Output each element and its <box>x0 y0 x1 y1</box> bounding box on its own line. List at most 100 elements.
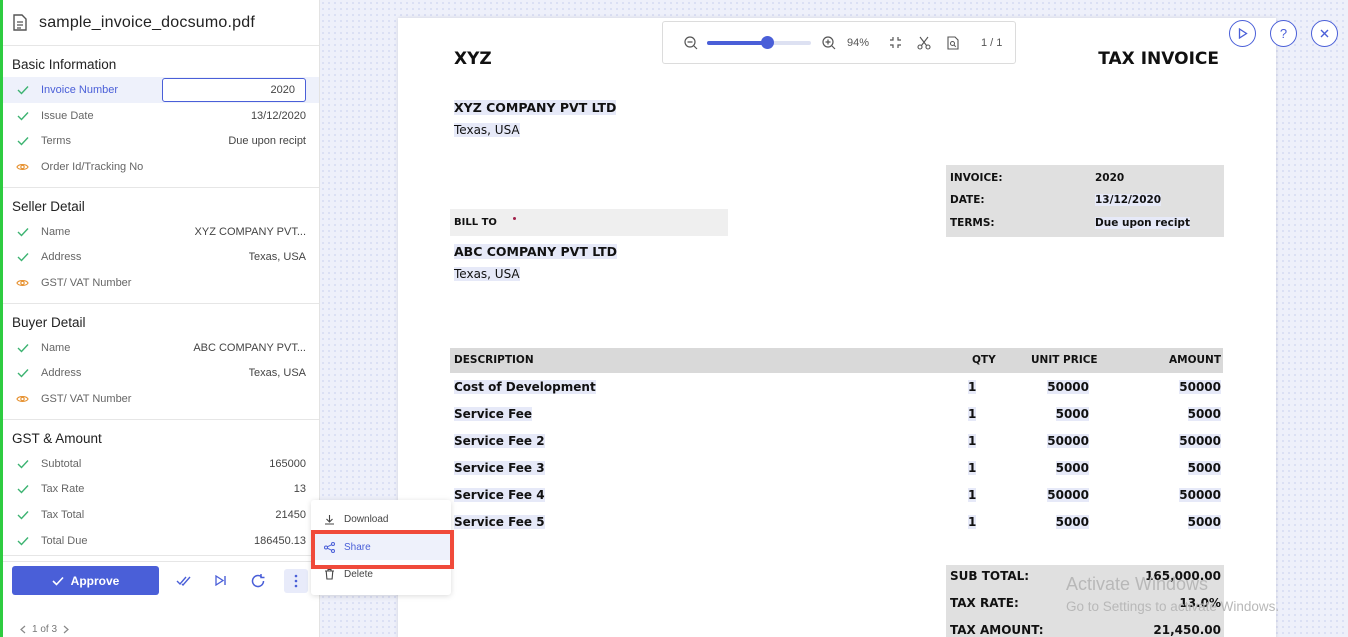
field-label: GST/ VAT Number <box>41 393 132 406</box>
field-value[interactable]: 13/12/2020 <box>251 110 306 122</box>
double-check-icon[interactable] <box>172 569 196 593</box>
zoom-slider-knob[interactable] <box>761 35 775 49</box>
field-row[interactable]: Name XYZ COMPANY PVT... <box>3 219 319 245</box>
item-unit-price[interactable]: 5000 <box>1055 461 1089 475</box>
item-unit-price[interactable]: 50000 <box>1047 380 1089 394</box>
item-unit-price[interactable]: 5000 <box>1055 407 1089 421</box>
refresh-icon[interactable] <box>246 569 270 593</box>
field-value[interactable]: 165000 <box>269 458 306 470</box>
item-amount[interactable]: 50000 <box>1179 434 1221 448</box>
buyer-address[interactable]: Texas, USA <box>454 267 520 281</box>
next-page-icon[interactable] <box>63 625 69 634</box>
section-title: Seller Detail <box>12 198 85 214</box>
activation-watermark-subtitle: Go to Settings to activate Windows. <box>1066 599 1280 614</box>
zoom-slider-fill <box>707 40 768 45</box>
item-unit-price[interactable]: 50000 <box>1047 488 1089 502</box>
field-value[interactable]: XYZ COMPANY PVT... <box>195 226 306 238</box>
item-amount[interactable]: 5000 <box>1187 515 1221 529</box>
field-row[interactable]: Subtotal 165000 <box>3 451 319 477</box>
approve-button[interactable]: Approve <box>12 566 159 595</box>
col-qty: QTY <box>972 354 996 366</box>
item-qty[interactable]: 1 <box>968 380 977 394</box>
field-row[interactable]: Address Texas, USA <box>3 244 319 270</box>
check-icon <box>16 83 29 96</box>
field-row[interactable]: Issue Date 13/12/2020 <box>3 103 319 129</box>
item-description[interactable]: Service Fee 4 <box>454 488 545 502</box>
item-qty[interactable]: 1 <box>968 407 977 421</box>
item-qty[interactable]: 1 <box>968 488 977 502</box>
meta-label: TERMS: <box>950 217 995 229</box>
menu-item-share[interactable]: Share <box>311 534 451 560</box>
field-label: Subtotal <box>41 457 82 470</box>
help-icon[interactable]: ? <box>1270 20 1297 47</box>
field-row[interactable]: Tax Total 21450 <box>3 502 319 528</box>
field-value[interactable]: 21450 <box>275 509 306 521</box>
check-icon <box>16 341 29 354</box>
item-unit-price[interactable]: 5000 <box>1055 515 1089 529</box>
item-qty[interactable]: 1 <box>968 461 977 475</box>
field-row[interactable]: Name ABC COMPANY PVT... <box>3 335 319 361</box>
field-value[interactable]: Texas, USA <box>249 367 306 379</box>
field-row[interactable]: Tax Rate 13 <box>3 477 319 503</box>
play-icon[interactable] <box>1229 20 1256 47</box>
activation-watermark-title: Activate Windows <box>1066 574 1209 594</box>
zoom-in-icon[interactable] <box>821 35 837 51</box>
buyer-name[interactable]: ABC COMPANY PVT LTD <box>454 244 618 259</box>
field-label: Name <box>41 225 71 238</box>
field-row[interactable]: GST/ VAT Number <box>3 270 319 296</box>
field-row[interactable]: Address Texas, USA <box>3 361 319 387</box>
field-value[interactable]: Due upon recipt <box>228 135 306 147</box>
field-label: GST/ VAT Number <box>41 276 132 289</box>
field-value[interactable]: 186450.13 <box>254 535 306 547</box>
field-label: Name <box>41 341 71 354</box>
meta-value[interactable]: Due upon recipt <box>1095 217 1190 229</box>
total-label: TAX AMOUNT: <box>950 623 1044 637</box>
item-amount[interactable]: 50000 <box>1179 380 1221 394</box>
item-amount[interactable]: 5000 <box>1187 461 1221 475</box>
seller-name[interactable]: XYZ COMPANY PVT LTD <box>454 100 617 115</box>
item-description[interactable]: Cost of Development <box>454 380 596 394</box>
menu-label-share: Share <box>344 541 371 553</box>
field-value-input[interactable]: 2020 <box>162 77 306 102</box>
scissors-icon[interactable] <box>916 35 932 51</box>
menu-item-download[interactable]: Download <box>311 506 451 532</box>
share-icon <box>324 541 335 553</box>
field-row[interactable]: Total Due 186450.13 <box>3 528 319 554</box>
fit-page-icon[interactable] <box>887 35 903 51</box>
trash-icon <box>325 568 334 580</box>
zoom-slider[interactable] <box>707 35 811 49</box>
field-value[interactable]: ABC COMPANY PVT... <box>193 342 306 354</box>
close-icon[interactable] <box>1311 20 1338 47</box>
field-row[interactable]: GST/ VAT Number <box>3 386 319 412</box>
zoom-out-icon[interactable] <box>683 35 699 51</box>
field-row[interactable]: Invoice Number 2020 <box>3 77 319 103</box>
prev-page-icon[interactable] <box>20 625 26 634</box>
skip-next-icon[interactable] <box>209 569 233 593</box>
page-search-icon[interactable] <box>945 35 961 51</box>
field-row[interactable]: Terms Due upon recipt <box>3 128 319 154</box>
section-buyer-detail: Buyer Detail Name ABC COMPANY PVT... Addres… <box>3 304 319 420</box>
menu-label-delete: Delete <box>344 568 373 580</box>
item-description[interactable]: Service Fee 5 <box>454 515 545 529</box>
item-amount[interactable]: 5000 <box>1187 407 1221 421</box>
seller-address[interactable]: Texas, USA <box>454 123 520 137</box>
meta-value[interactable]: 13/12/2020 <box>1095 194 1162 206</box>
item-qty[interactable]: 1 <box>968 515 977 529</box>
item-qty[interactable]: 1 <box>968 434 977 448</box>
section-title: Basic Information <box>12 57 117 72</box>
field-sections: Basic Information Invoice Number 2020 Issue… <box>3 46 319 562</box>
item-amount[interactable]: 50000 <box>1179 488 1221 502</box>
field-value[interactable]: Texas, USA <box>249 251 306 263</box>
document-viewer: XYZ TAX INVOICE XYZ COMPANY PVT LTD Texa… <box>320 0 1348 637</box>
field-value[interactable]: 13 <box>294 483 306 495</box>
total-value[interactable]: 21,450.00 <box>1153 623 1221 637</box>
meta-value[interactable]: 2020 <box>1095 172 1124 184</box>
field-row[interactable]: Order Id/Tracking No <box>3 154 319 180</box>
menu-item-delete[interactable]: Delete <box>311 561 451 587</box>
item-description[interactable]: Service Fee <box>454 407 533 421</box>
item-description[interactable]: Service Fee 2 <box>454 434 545 448</box>
item-description[interactable]: Service Fee 3 <box>454 461 545 475</box>
check-icon <box>16 483 29 496</box>
more-options-icon[interactable] <box>284 568 308 593</box>
item-unit-price[interactable]: 50000 <box>1047 434 1089 448</box>
